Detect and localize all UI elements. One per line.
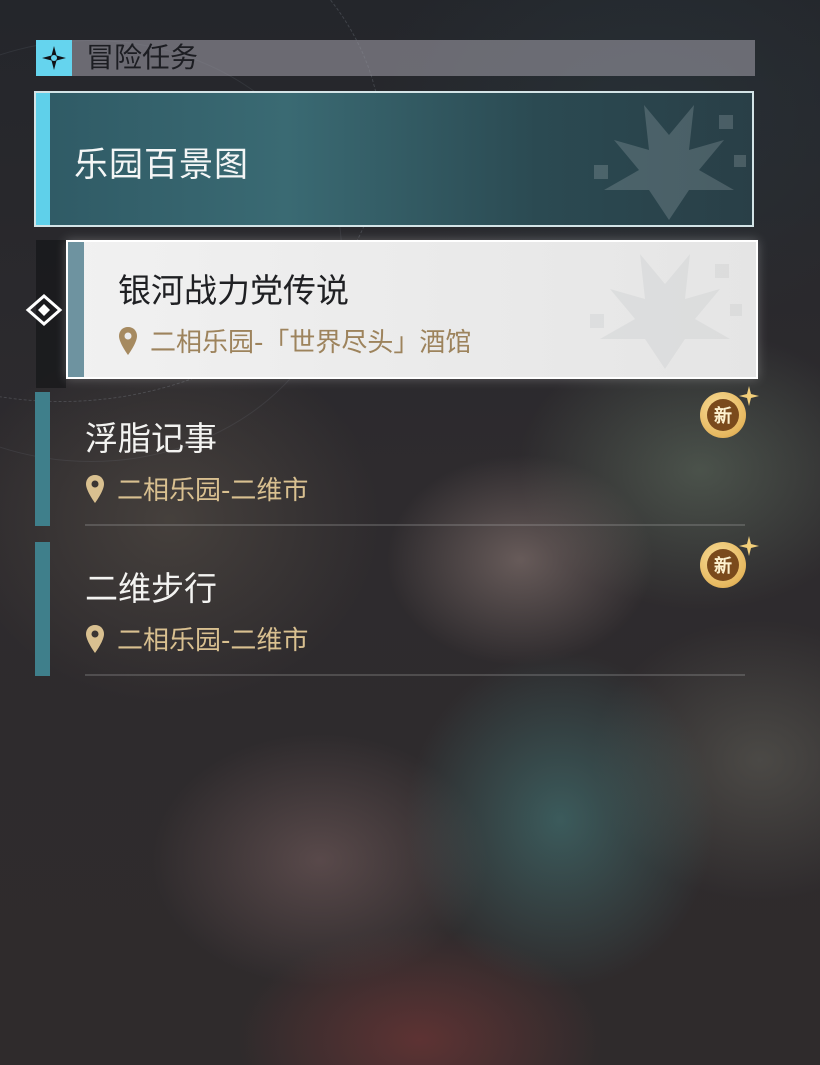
quest-item-yinhe-zhanlidang-chuanshuo[interactable]: 银河战力党传说 二相乐园-「世界尽头」酒馆: [66, 240, 758, 379]
new-badge-label: 新: [707, 549, 739, 581]
quest-location: 二相乐园-二维市: [85, 470, 308, 507]
section-title: 冒险任务: [86, 41, 199, 74]
new-badge: 新: [695, 536, 761, 596]
location-pin-icon: [86, 474, 104, 503]
accent-bar: [36, 93, 50, 225]
sparkle-icon: [739, 536, 759, 556]
section-header: 冒险任务: [36, 40, 755, 76]
quest-location: 二相乐园-「世界尽头」酒馆: [118, 322, 471, 359]
quest-location: 二相乐园-二维市: [85, 620, 308, 657]
accent-bar: [68, 242, 84, 377]
location-text: 二相乐园-「世界尽头」酒馆: [150, 328, 472, 358]
location-text: 二相乐园-二维市: [117, 626, 309, 656]
selection-arrow-icon: [25, 294, 63, 326]
new-badge: 新: [695, 386, 761, 446]
location-text: 二相乐园-二维市: [117, 476, 309, 506]
quest-item-leyuan-baijingtu[interactable]: 乐园百景图: [34, 91, 754, 227]
location-pin-icon: [86, 624, 104, 653]
quest-title: 银河战力党传说: [118, 271, 349, 310]
quest-title: 乐园百景图: [74, 145, 249, 185]
quest-title: 二维步行: [85, 569, 217, 608]
sparkle-icon: [739, 386, 759, 406]
emblem-decoration: [590, 254, 742, 369]
location-pin-icon: [119, 326, 137, 355]
quest-item-erwei-buxing[interactable]: 二维步行 二相乐园-二维市: [35, 542, 745, 676]
divider: [85, 674, 745, 676]
accent-bar: [35, 542, 50, 676]
quest-title: 浮脂记事: [85, 419, 217, 458]
accent-bar: [35, 392, 50, 526]
emblem-decoration: [594, 105, 746, 220]
divider: [85, 524, 745, 526]
new-badge-label: 新: [707, 399, 739, 431]
sparkle-icon: [36, 40, 72, 76]
quest-item-fuzhi-jishi[interactable]: 浮脂记事 二相乐园-二维市: [35, 392, 745, 526]
